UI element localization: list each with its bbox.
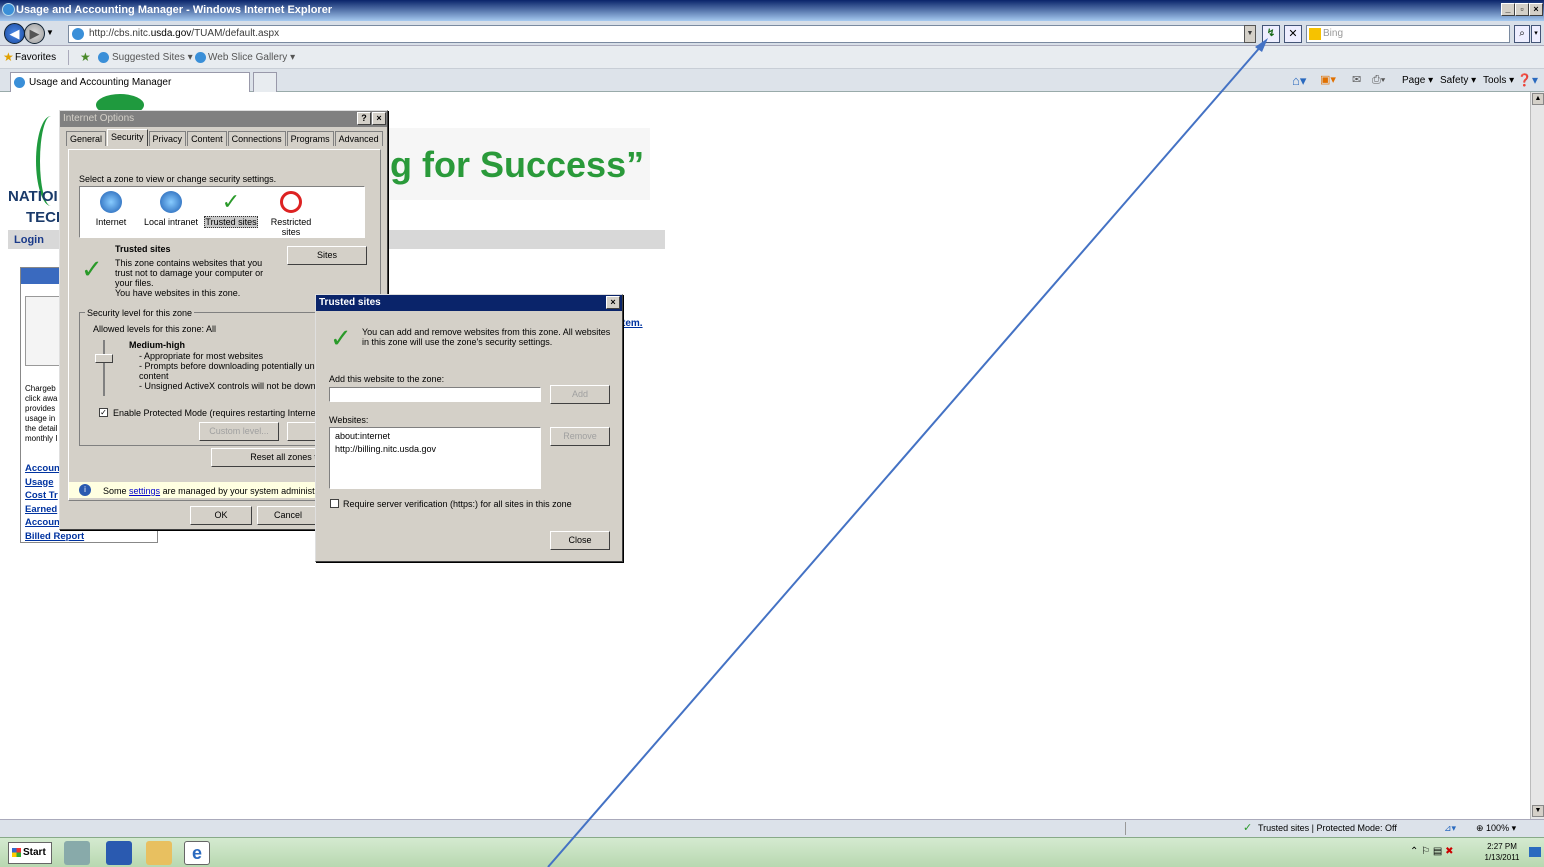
annotation-arrow xyxy=(547,38,1268,867)
annotation-line xyxy=(547,44,1263,867)
